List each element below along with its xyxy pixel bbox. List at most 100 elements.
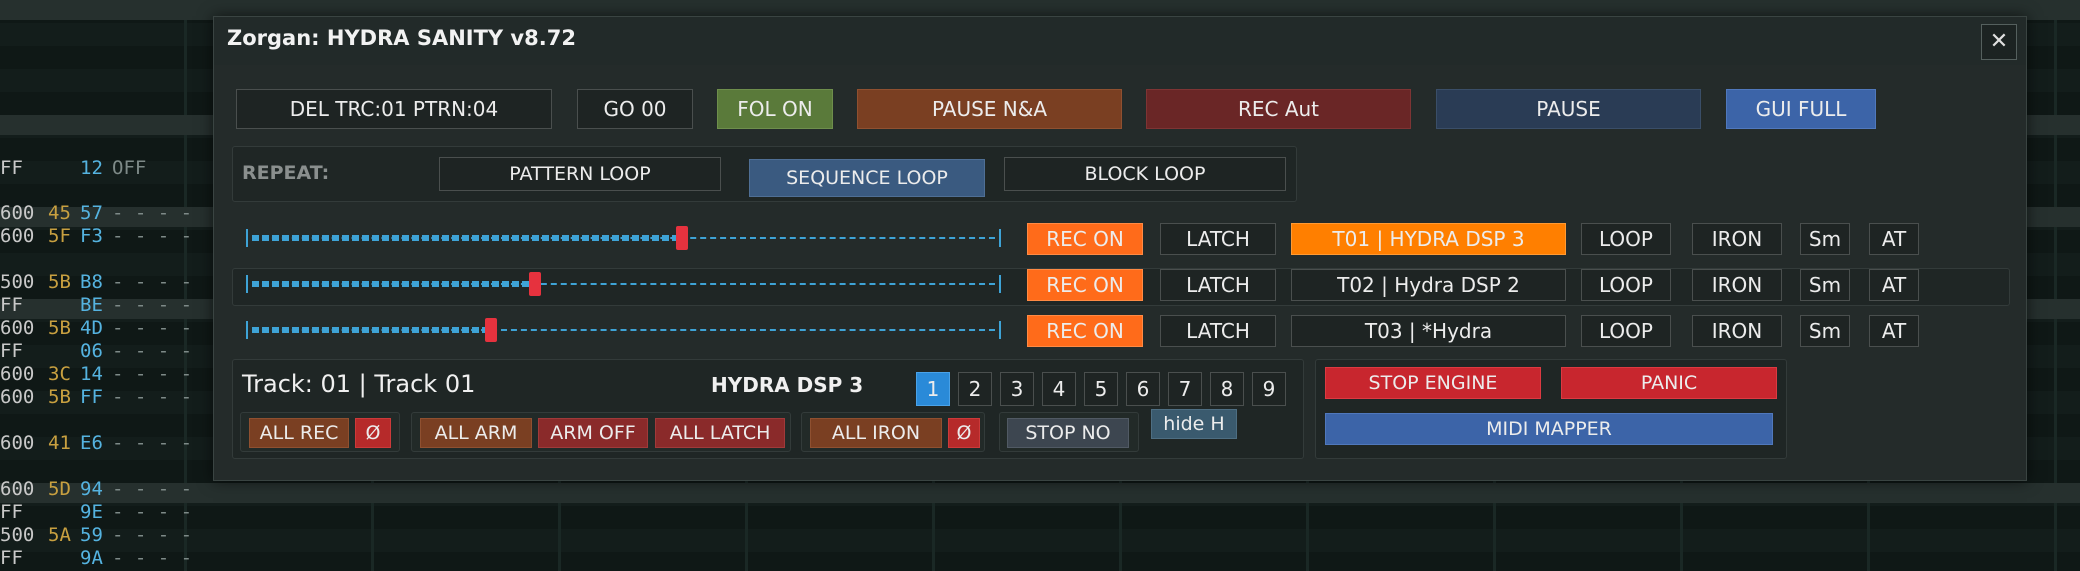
latch-button[interactable]: LATCH [1160,223,1276,255]
loop-button[interactable]: LOOP [1581,269,1671,301]
midi-mapper-button[interactable]: MIDI MAPPER [1325,413,1773,445]
track-number-button[interactable]: 3 [1000,372,1034,406]
gui-full-button[interactable]: GUI FULL [1726,89,1876,129]
iron-button[interactable]: IRON [1692,223,1782,255]
tracker-row: 500 5B B8 - - - - [0,271,220,294]
track-number-button[interactable]: 7 [1168,372,1202,406]
tracker-cell: B8 [80,271,103,293]
clear-rec-button[interactable]: Ø [355,418,391,448]
tracker-cell: - - - - [112,501,193,523]
track-number-button[interactable]: 6 [1126,372,1160,406]
tracker-cell: - - - - [112,225,193,247]
track-name-button[interactable]: T01 | HYDRA DSP 3 [1291,223,1566,255]
sequence-loop-button[interactable]: SEQUENCE LOOP [749,159,985,197]
sm-button[interactable]: Sm [1800,223,1850,255]
stop-engine-button[interactable]: STOP ENGINE [1325,367,1541,399]
tracker-cell: 5D [48,478,71,500]
track-number-button[interactable]: 1 [916,372,950,406]
track-level-slider[interactable] [246,226,1001,250]
dialog-content: DEL TRC:01 PTRN:04 GO 00 FOL ON PAUSE N&… [214,65,2026,480]
sm-button[interactable]: Sm [1800,315,1850,347]
all-arm-button[interactable]: ALL ARM [420,418,532,448]
stop-no-button[interactable]: STOP NO [1007,418,1129,448]
repeat-label: REPEAT: [242,162,330,184]
del-trc-button[interactable]: DEL TRC:01 PTRN:04 [236,89,552,129]
repeat-panel: REPEAT: PATTERN LOOP SEQUENCE LOOP BLOCK… [232,146,1297,202]
track-number-button[interactable]: 2 [958,372,992,406]
all-rec-button[interactable]: ALL REC [249,418,349,448]
tracker-cell: FF [0,294,23,316]
tracker-cell: 600 [0,432,35,454]
engine-panel: STOP ENGINE PANIC MIDI MAPPER [1315,359,1787,459]
tracker-cell: 12 [80,157,103,179]
all-latch-button[interactable]: ALL LATCH [655,418,785,448]
title-bar: Zorgan: HYDRA SANITY v8.72 ✕ [214,17,2026,65]
iron-button[interactable]: IRON [1692,315,1782,347]
tracker-cell: 3C [48,363,71,385]
tracker-cell: 41 [48,432,71,454]
hide-h-button[interactable]: hide H [1151,409,1237,439]
track-number-button[interactable]: 9 [1252,372,1286,406]
tracker-cell: 600 [0,478,35,500]
at-button[interactable]: AT [1869,315,1919,347]
iron-button[interactable]: IRON [1692,269,1782,301]
tracker-cell: FF [0,501,23,523]
pause-button[interactable]: PAUSE [1436,89,1701,129]
tracker-cell: 06 [80,340,103,362]
sm-button[interactable]: Sm [1800,269,1850,301]
track-name-button[interactable]: T03 | *Hydra [1291,315,1566,347]
panic-button[interactable]: PANIC [1561,367,1777,399]
tracker-highlight-row [0,483,2080,503]
tracker-cell: 5F [48,225,71,247]
track-number-button[interactable]: 8 [1210,372,1244,406]
tracker-cell: 500 [0,524,35,546]
tracker-cell: - - - - [112,271,193,293]
tracker-cell: - - - - [112,386,193,408]
tracker-cell: 94 [80,478,103,500]
track-name-button[interactable]: T02 | Hydra DSP 2 [1291,269,1566,301]
slider-start-cap [246,275,248,293]
tracker-cell: 5B [48,317,71,339]
rec-on-button[interactable]: REC ON [1027,315,1143,347]
track-number-button[interactable]: 5 [1084,372,1118,406]
tracker-row: FF 9E - - - - [0,501,220,524]
clear-iron-button[interactable]: Ø [948,418,980,448]
all-iron-button[interactable]: ALL IRON [810,418,942,448]
iron-group: ALL IRON Ø [801,412,985,452]
at-button[interactable]: AT [1869,269,1919,301]
tracker-cell: - - - - [112,432,193,454]
slider-knob[interactable] [529,272,541,296]
go-button[interactable]: GO 00 [577,89,693,129]
rec-on-button[interactable]: REC ON [1027,269,1143,301]
loop-button[interactable]: LOOP [1581,223,1671,255]
tracker-cell: 600 [0,225,35,247]
slider-knob[interactable] [676,226,688,250]
block-loop-button[interactable]: BLOCK LOOP [1004,157,1286,191]
tracker-row: 600 5B FF - - - - [0,386,220,409]
tracker-cell: 5B [48,271,71,293]
rec-aut-button[interactable]: REC Aut [1146,89,1411,129]
rec-on-button[interactable]: REC ON [1027,223,1143,255]
tracker-cell: FF [0,157,23,179]
tracker-row: 600 5D 94 - - - - [0,478,220,501]
tracker-cell: F3 [80,225,103,247]
tracker-cell: - - - - [112,524,193,546]
latch-button[interactable]: LATCH [1160,315,1276,347]
tracker-cell: OFF [112,157,147,179]
arm-off-button[interactable]: ARM OFF [538,418,648,448]
track-level-slider[interactable] [246,318,1001,342]
pause-na-button[interactable]: PAUSE N&A [857,89,1122,129]
loop-button[interactable]: LOOP [1581,315,1671,347]
track-number-button[interactable]: 4 [1042,372,1076,406]
fol-on-button[interactable]: FOL ON [717,89,833,129]
tracker-cell: 4D [80,317,103,339]
at-button[interactable]: AT [1869,223,1919,255]
pattern-loop-button[interactable]: PATTERN LOOP [439,157,721,191]
tracker-row: 600 45 57 - - - - [0,202,220,225]
close-button[interactable]: ✕ [1981,24,2017,60]
slider-start-cap [246,229,248,247]
track-level-slider[interactable] [246,272,1001,296]
slider-knob[interactable] [485,318,497,342]
latch-button[interactable]: LATCH [1160,269,1276,301]
tracker-cell: 500 [0,271,35,293]
